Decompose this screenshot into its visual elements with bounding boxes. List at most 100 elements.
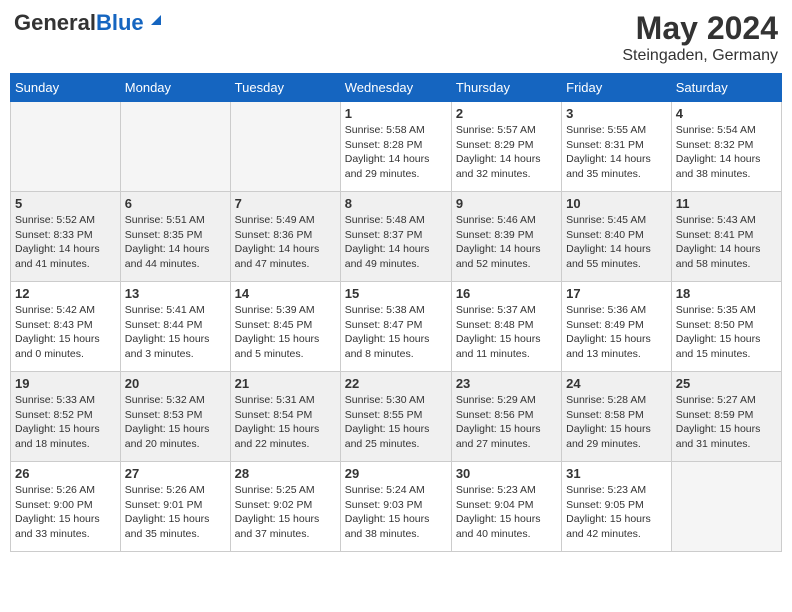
day-number: 16 [456,286,557,301]
day-number: 11 [676,196,777,211]
day-info: Sunrise: 5:33 AM Sunset: 8:52 PM Dayligh… [15,393,116,452]
day-number: 22 [345,376,447,391]
day-info: Sunrise: 5:58 AM Sunset: 8:28 PM Dayligh… [345,123,447,182]
header-day-monday: Monday [120,74,230,102]
page-header: General Blue May 2024 Steingaden, German… [10,10,782,65]
day-number: 20 [125,376,226,391]
day-info: Sunrise: 5:48 AM Sunset: 8:37 PM Dayligh… [345,213,447,272]
day-number: 10 [566,196,667,211]
day-info: Sunrise: 5:55 AM Sunset: 8:31 PM Dayligh… [566,123,667,182]
day-number: 18 [676,286,777,301]
calendar-cell: 17 Sunrise: 5:36 AM Sunset: 8:49 PM Dayli… [562,282,672,372]
day-info: Sunrise: 5:24 AM Sunset: 9:03 PM Dayligh… [345,483,447,542]
title-section: May 2024 Steingaden, Germany [622,10,778,65]
header-day-sunday: Sunday [11,74,121,102]
day-number: 26 [15,466,116,481]
calendar-cell: 5 Sunrise: 5:52 AM Sunset: 8:33 PM Daylig… [11,192,121,282]
calendar-cell: 12Sunrise: 5:42 AM Sunset: 8:43 PM Dayli… [11,282,121,372]
day-info: Sunrise: 5:57 AM Sunset: 8:29 PM Dayligh… [456,123,557,182]
calendar-cell: 27 Sunrise: 5:26 AM Sunset: 9:01 PM Dayli… [120,462,230,552]
day-number: 3 [566,106,667,121]
calendar-cell [230,102,340,192]
day-info: Sunrise: 5:43 AM Sunset: 8:41 PM Dayligh… [676,213,777,272]
calendar-cell: 8 Sunrise: 5:48 AM Sunset: 8:37 PM Daylig… [340,192,451,282]
day-number: 21 [235,376,336,391]
day-info: Sunrise: 5:38 AM Sunset: 8:47 PM Dayligh… [345,303,447,362]
calendar-cell: 16 Sunrise: 5:37 AM Sunset: 8:48 PM Dayli… [451,282,561,372]
week-row-3: 12Sunrise: 5:42 AM Sunset: 8:43 PM Dayli… [11,282,782,372]
day-info: Sunrise: 5:27 AM Sunset: 8:59 PM Dayligh… [676,393,777,452]
day-number: 17 [566,286,667,301]
day-info: Sunrise: 5:30 AM Sunset: 8:55 PM Dayligh… [345,393,447,452]
day-info: Sunrise: 5:26 AM Sunset: 9:00 PM Dayligh… [15,483,116,542]
day-number: 15 [345,286,447,301]
day-number: 30 [456,466,557,481]
day-number: 6 [125,196,226,211]
calendar-cell: 19 Sunrise: 5:33 AM Sunset: 8:52 PM Dayli… [11,372,121,462]
day-number: 4 [676,106,777,121]
calendar-cell: 3 Sunrise: 5:55 AM Sunset: 8:31 PM Daylig… [562,102,672,192]
day-info: Sunrise: 5:31 AM Sunset: 8:54 PM Dayligh… [235,393,336,452]
day-info: Sunrise: 5:36 AM Sunset: 8:49 PM Dayligh… [566,303,667,362]
day-number: 2 [456,106,557,121]
calendar-cell: 13 Sunrise: 5:41 AM Sunset: 8:44 PM Dayli… [120,282,230,372]
calendar-table: SundayMondayTuesdayWednesdayThursdayFrid… [10,73,782,552]
header-day-friday: Friday [562,74,672,102]
calendar-cell: 31Sunrise: 5:23 AM Sunset: 9:05 PM Dayli… [562,462,672,552]
day-number: 8 [345,196,447,211]
day-info: Sunrise: 5:26 AM Sunset: 9:01 PM Dayligh… [125,483,226,542]
day-number: 19 [15,376,116,391]
calendar-cell: 7Sunrise: 5:49 AM Sunset: 8:36 PM Daylig… [230,192,340,282]
day-number: 23 [456,376,557,391]
day-info: Sunrise: 5:29 AM Sunset: 8:56 PM Dayligh… [456,393,557,452]
week-row-5: 26 Sunrise: 5:26 AM Sunset: 9:00 PM Dayli… [11,462,782,552]
calendar-cell: 24Sunrise: 5:28 AM Sunset: 8:58 PM Dayli… [562,372,672,462]
day-info: Sunrise: 5:54 AM Sunset: 8:32 PM Dayligh… [676,123,777,182]
header-day-thursday: Thursday [451,74,561,102]
day-info: Sunrise: 5:46 AM Sunset: 8:39 PM Dayligh… [456,213,557,272]
calendar-cell: 23 Sunrise: 5:29 AM Sunset: 8:56 PM Dayli… [451,372,561,462]
header-day-tuesday: Tuesday [230,74,340,102]
week-row-1: 1 Sunrise: 5:58 AM Sunset: 8:28 PM Daylig… [11,102,782,192]
day-info: Sunrise: 5:41 AM Sunset: 8:44 PM Dayligh… [125,303,226,362]
calendar-cell [11,102,121,192]
calendar-cell: 21 Sunrise: 5:31 AM Sunset: 8:54 PM Dayli… [230,372,340,462]
calendar-cell: 25Sunrise: 5:27 AM Sunset: 8:59 PM Dayli… [671,372,781,462]
calendar-cell [671,462,781,552]
calendar-cell: 26 Sunrise: 5:26 AM Sunset: 9:00 PM Dayli… [11,462,121,552]
day-info: Sunrise: 5:39 AM Sunset: 8:45 PM Dayligh… [235,303,336,362]
day-number: 13 [125,286,226,301]
day-number: 28 [235,466,336,481]
calendar-cell: 11 Sunrise: 5:43 AM Sunset: 8:41 PM Dayli… [671,192,781,282]
header-day-saturday: Saturday [671,74,781,102]
day-number: 14 [235,286,336,301]
day-info: Sunrise: 5:32 AM Sunset: 8:53 PM Dayligh… [125,393,226,452]
day-info: Sunrise: 5:23 AM Sunset: 9:04 PM Dayligh… [456,483,557,542]
day-number: 1 [345,106,447,121]
week-row-2: 5 Sunrise: 5:52 AM Sunset: 8:33 PM Daylig… [11,192,782,282]
calendar-cell: 15 Sunrise: 5:38 AM Sunset: 8:47 PM Dayli… [340,282,451,372]
calendar-cell: 18Sunrise: 5:35 AM Sunset: 8:50 PM Dayli… [671,282,781,372]
day-info: Sunrise: 5:37 AM Sunset: 8:48 PM Dayligh… [456,303,557,362]
calendar-cell: 20 Sunrise: 5:32 AM Sunset: 8:53 PM Dayli… [120,372,230,462]
month-title: May 2024 [622,10,778,47]
day-number: 9 [456,196,557,211]
header-row: SundayMondayTuesdayWednesdayThursdayFrid… [11,74,782,102]
calendar-cell: 6 Sunrise: 5:51 AM Sunset: 8:35 PM Daylig… [120,192,230,282]
calendar-cell: 2 Sunrise: 5:57 AM Sunset: 8:29 PM Daylig… [451,102,561,192]
logo-icon [147,11,163,27]
calendar-cell: 1 Sunrise: 5:58 AM Sunset: 8:28 PM Daylig… [340,102,451,192]
calendar-cell: 9 Sunrise: 5:46 AM Sunset: 8:39 PM Daylig… [451,192,561,282]
calendar-cell: 14 Sunrise: 5:39 AM Sunset: 8:45 PM Dayli… [230,282,340,372]
day-info: Sunrise: 5:51 AM Sunset: 8:35 PM Dayligh… [125,213,226,272]
day-number: 29 [345,466,447,481]
day-info: Sunrise: 5:52 AM Sunset: 8:33 PM Dayligh… [15,213,116,272]
day-number: 27 [125,466,226,481]
day-number: 7 [235,196,336,211]
calendar-cell: 4 Sunrise: 5:54 AM Sunset: 8:32 PM Daylig… [671,102,781,192]
logo-blue-text: Blue [96,10,144,36]
logo-general-text: General [14,10,96,36]
day-number: 5 [15,196,116,211]
week-row-4: 19 Sunrise: 5:33 AM Sunset: 8:52 PM Dayli… [11,372,782,462]
day-info: Sunrise: 5:28 AM Sunset: 8:58 PM Dayligh… [566,393,667,452]
